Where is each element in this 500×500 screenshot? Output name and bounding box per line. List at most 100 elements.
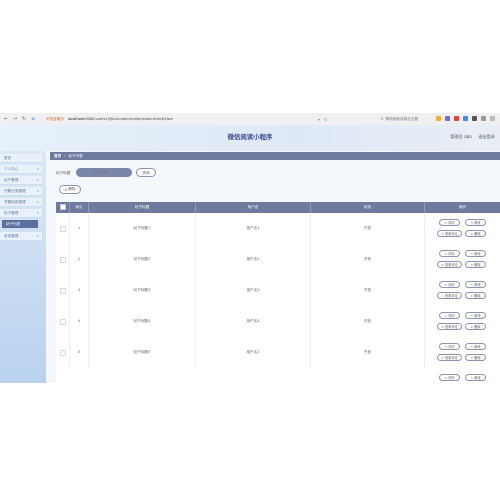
sidebar-item-system[interactable]: 系统管理 ∨ (0, 232, 42, 241)
row-checkbox[interactable] (60, 350, 66, 356)
sidebar-item-book-categories[interactable]: 书籍分类管理 ∨ (0, 187, 42, 196)
refresh-small-icon[interactable]: ↻ (324, 117, 327, 122)
address-bar[interactable]: localhost:8080/users1/jfjlcxlu/admin/dis… (68, 117, 173, 121)
edit-button[interactable]: ✎修改 (465, 281, 486, 288)
row-checkbox[interactable] (60, 319, 66, 325)
comment-icon: ⊙ (441, 325, 444, 329)
view-comments-button[interactable]: ⊙查看评论 (437, 230, 462, 237)
row-select-cell (56, 244, 70, 275)
sidebar-item-profile[interactable]: 个人中心 ∨ (0, 165, 42, 174)
select-all-checkbox[interactable] (56, 202, 70, 213)
sidebar-item-label: 用户管理 (4, 177, 19, 182)
comment-icon: ⊙ (441, 263, 444, 267)
window-icon[interactable] (490, 116, 495, 121)
browser-search-placeholder: 帮助搜索该网页主题 (385, 116, 418, 121)
logout-link[interactable]: 退出登录 (478, 134, 495, 139)
row-select-cell (56, 213, 70, 244)
extension-icon[interactable] (454, 116, 459, 121)
sidebar-item-posts[interactable]: 帖子管理 ∧ (0, 209, 42, 218)
detail-button[interactable]: ⊙详情 (439, 312, 460, 319)
row-user: 用户名1 (196, 213, 311, 244)
table-row: 5 帖子标题5 用户名5 开放 ⊙详情 ✎修改 ⊙查看评论 ⊘删除 (56, 337, 500, 369)
sidebar-item-users[interactable]: 用户管理 ∨ (0, 176, 42, 185)
sidebar-item-post-list[interactable]: 帖子列表 (2, 220, 38, 229)
trash-icon: ⊘ (470, 356, 474, 360)
delete-button[interactable]: ⊘删除 (465, 292, 486, 299)
detail-button[interactable]: ⊙详情 (439, 219, 460, 226)
row-index: 5 (70, 337, 89, 368)
detail-button[interactable]: ⊙详情 (439, 250, 460, 257)
view-comments-button[interactable]: ⊙查看评论 (437, 323, 462, 330)
row-user: 用户名2 (196, 244, 311, 275)
edit-button[interactable]: ✎修改 (465, 312, 486, 319)
home-icon[interactable]: ⌂ (30, 116, 36, 122)
edit-icon: ✎ (470, 252, 474, 256)
row-actions: ⊙详情 ✎修改 (425, 368, 500, 383)
dropdown-icon[interactable]: ▾ (318, 117, 320, 122)
edit-button[interactable]: ✎修改 (465, 374, 486, 381)
delete-button[interactable]: ⊘删除 (465, 261, 486, 268)
search-input[interactable] (76, 168, 132, 177)
detail-label: 详情 (448, 283, 455, 287)
query-button[interactable]: 查询 (136, 168, 156, 177)
row-select-cell (56, 275, 70, 306)
trash-icon: ⊘ (470, 325, 474, 329)
delete-label: 删除 (474, 263, 481, 267)
star-icon[interactable] (436, 116, 441, 121)
sidebar-item-books[interactable]: 书籍信息管理 ∨ (0, 198, 42, 207)
row-checkbox[interactable] (60, 226, 66, 232)
edit-button[interactable]: ✎修改 (465, 219, 486, 226)
row-select-cell (56, 337, 70, 368)
detail-button[interactable]: ⊙详情 (439, 374, 460, 381)
row-title: 帖子标题4 (89, 306, 196, 337)
column-header-index: 索引 (70, 202, 89, 213)
row-status: 开放 (311, 244, 425, 275)
extension-icon[interactable] (463, 116, 468, 121)
sidebar-item-label: 帖子管理 (4, 210, 19, 215)
sidebar-item-label: 书籍分类管理 (4, 188, 26, 193)
chevron-down-icon: ∨ (36, 189, 39, 193)
edit-icon: ✎ (470, 283, 474, 287)
view-comments-label: 查看评论 (444, 232, 458, 236)
detail-button[interactable]: ⊙详情 (439, 281, 460, 288)
back-icon[interactable]: ← (3, 116, 9, 122)
extension-icon[interactable] (472, 116, 477, 121)
security-indicator[interactable]: 不安全暗示 (46, 117, 64, 122)
row-select-cell (56, 306, 70, 337)
column-header-status: 状态 (311, 202, 425, 213)
breadcrumb-home[interactable]: 首页 (54, 154, 61, 159)
edit-label: 修改 (474, 252, 481, 256)
sidebar-item-home[interactable]: 首页 (0, 154, 42, 163)
detail-icon: ⊙ (444, 252, 448, 256)
edit-button[interactable]: ✎修改 (465, 250, 486, 257)
row-actions: ⊙详情 ✎修改 ⊙查看评论 ⊘删除 (425, 306, 500, 337)
menu-icon[interactable] (481, 116, 486, 121)
trash-icon: ⊘ (470, 263, 474, 267)
edit-label: 修改 (474, 376, 481, 380)
edit-label: 修改 (474, 221, 481, 225)
batch-delete-button[interactable]: ⊘ 删除 (59, 185, 81, 194)
delete-button[interactable]: ⊘删除 (465, 230, 486, 237)
row-user: 用户名4 (196, 306, 311, 337)
row-status: 开放 (311, 275, 425, 306)
delete-label: 删除 (474, 325, 481, 329)
reload-icon[interactable]: ↻ (21, 116, 27, 122)
browser-search[interactable]: ⌕ 帮助搜索该网页主题 (381, 116, 418, 122)
detail-icon: ⊙ (444, 314, 448, 318)
chevron-up-icon: ∧ (36, 211, 39, 215)
detail-button[interactable]: ⊙详情 (439, 343, 460, 350)
main-content: 首页 / 帖子列表 帖子标题 查询 ⊘ 删除 索引 帖子标题 用户名 状态 操作… (50, 151, 500, 383)
view-comments-button[interactable]: ⊙查看评论 (437, 354, 462, 361)
delete-button[interactable]: ⊘删除 (465, 323, 486, 330)
extension-icon[interactable] (445, 116, 450, 121)
row-checkbox[interactable] (60, 288, 66, 294)
table-row: 2 帖子标题2 用户名2 开放 ⊙详情 ✎修改 ⊙查看评论 ⊘删除 (56, 244, 500, 276)
row-checkbox[interactable] (60, 257, 66, 263)
edit-button[interactable]: ✎修改 (465, 343, 486, 350)
row-status: 开放 (311, 306, 425, 337)
view-comments-button[interactable]: ⊙查看评论 (437, 261, 462, 268)
delete-button[interactable]: ⊘删除 (465, 354, 486, 361)
forward-icon[interactable]: → (12, 116, 18, 122)
view-comments-button[interactable]: ⊙查看评论 (437, 292, 462, 299)
comment-icon: ⊙ (441, 294, 444, 298)
